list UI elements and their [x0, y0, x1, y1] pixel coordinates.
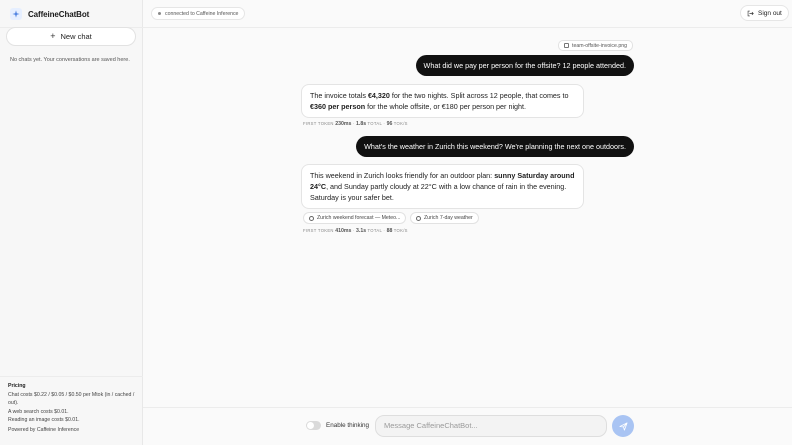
response-stats: first token 230ms · 1.8s total · 96 tok/… [303, 121, 408, 127]
stat-label: total [367, 228, 382, 233]
stat-value: 230ms [335, 121, 352, 127]
sparkle-logo-icon [10, 8, 22, 20]
app-name: CaffeineChatBot [28, 9, 90, 19]
pricing-line-image: Reading an image costs $0.01. [8, 417, 80, 424]
pricing-title: Pricing [8, 383, 26, 389]
source-chip[interactable]: Zurich 7-day weather [410, 212, 479, 224]
composer-divider [143, 407, 792, 408]
brand: CaffeineChatBot [10, 8, 89, 20]
sign-out-icon [747, 10, 754, 16]
stat-value: 1.8s [356, 121, 367, 127]
assistant-text: for the two nights. Split across 12 peop… [389, 91, 569, 100]
source-title: Zurich weekend forecast — Meteo... [317, 215, 401, 221]
message-input[interactable] [375, 415, 607, 437]
sign-out-label: Sign out [758, 9, 782, 17]
sidebar: CaffeineChatBot + New chat No chats yet.… [0, 0, 143, 445]
attachment-name: team-offsite-invoice.png [572, 42, 627, 49]
user-message: What's the weather in Zurich this weeken… [356, 136, 634, 157]
globe-icon [309, 215, 314, 221]
stat-label: first token [303, 121, 334, 126]
assistant-text: The invoice totals [310, 91, 368, 100]
sidebar-divider-bottom [0, 376, 143, 377]
source-title: Zurich 7-day weather [424, 215, 473, 221]
thinking-label: Enable thinking [326, 422, 370, 429]
send-icon [618, 421, 628, 431]
stat-label: tok/s [393, 228, 408, 233]
stat-value: 3.1s [356, 228, 367, 234]
send-button[interactable] [612, 415, 634, 437]
pricing-panel: Pricing Chat costs $0.22 / $0.05 / $0.50… [8, 382, 136, 435]
globe-icon [416, 215, 421, 221]
image-file-icon [564, 43, 569, 48]
stat-label: tok/s [393, 121, 408, 126]
assistant-text-bold: €360 per person [310, 102, 366, 111]
plus-icon: + [50, 31, 56, 41]
assistant-text-bold: €4,320 [367, 91, 390, 100]
connection-status-badge: connected to Caffeine Inference [151, 7, 246, 20]
header-divider [143, 27, 792, 28]
empty-chats-text: No chats yet. Your conversations are sav… [10, 57, 130, 63]
new-chat-label: New chat [60, 32, 92, 41]
assistant-message: The invoice totals €4,320 for the two ni… [301, 84, 584, 118]
assistant-text: This weekend in Zurich looks friendly fo… [310, 171, 495, 180]
powered-by: Powered by Caffeine Inference [8, 426, 80, 433]
assistant-text: for the whole offsite, or €180 per perso… [365, 102, 527, 111]
stat-label: first token [303, 228, 334, 233]
connection-status-text: connected to Caffeine Inference [165, 10, 239, 17]
status-dot-icon [158, 12, 161, 15]
sign-out-button[interactable]: Sign out [740, 5, 789, 21]
user-message: What did we pay per person for the offsi… [415, 55, 634, 76]
toggle-knob [307, 422, 314, 429]
new-chat-button[interactable]: + New chat [6, 27, 136, 46]
pricing-line-search: A web search costs $0.01. [8, 408, 69, 415]
attachment-chip[interactable]: team-offsite-invoice.png [558, 40, 633, 51]
thinking-toggle[interactable] [306, 421, 321, 430]
stat-value: 410ms [335, 228, 352, 234]
stat-label: total [367, 121, 382, 126]
response-stats: first token 410ms · 3.1s total · 88 tok/… [303, 228, 408, 234]
assistant-text: , and Sunday partly cloudy at 22°C with … [310, 182, 567, 202]
source-chip[interactable]: Zurich weekend forecast — Meteo... [303, 212, 406, 224]
pricing-line-chat: Chat costs $0.22 / $0.05 / $0.50 per Mto… [8, 391, 135, 407]
stat-value: 96 [386, 121, 393, 127]
assistant-message: This weekend in Zurich looks friendly fo… [301, 164, 584, 209]
stat-value: 88 [386, 228, 393, 234]
